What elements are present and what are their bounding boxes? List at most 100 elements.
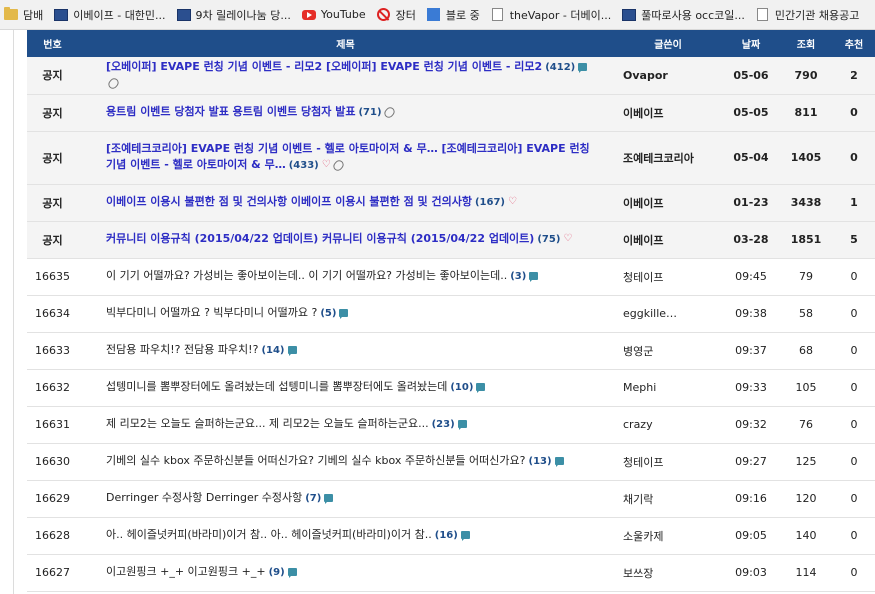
- post-date: 09:37: [723, 332, 779, 370]
- post-title-link[interactable]: 이고원핑크 +_+ 이고원핑크 +_+: [106, 565, 266, 578]
- post-title-link[interactable]: 빅부다미니 어떨까요 ? 빅부다미니 어떨까요 ?: [106, 306, 317, 319]
- table-row: 16628 아.. 헤이즐넛커피(바라미)이거 참.. 아.. 헤이즐넛커피(바라…: [27, 517, 875, 555]
- post-writer[interactable]: Mephi: [613, 369, 723, 407]
- post-views: 140: [779, 517, 833, 555]
- chat-icon: [324, 494, 334, 504]
- ban-icon: [377, 8, 391, 22]
- bookmark-label: 장터: [395, 8, 416, 22]
- header-views[interactable]: 조회: [779, 30, 833, 57]
- post-number: 16632: [27, 369, 78, 407]
- post-title-link[interactable]: 전담용 파우치!? 전담용 파우치!?: [106, 343, 258, 356]
- comment-count[interactable]: (3): [510, 271, 526, 282]
- bookmark-item[interactable]: 담배: [0, 4, 50, 26]
- header-date[interactable]: 날짜: [723, 30, 779, 57]
- post-writer[interactable]: crazy: [613, 406, 723, 444]
- header-num[interactable]: 번호: [27, 30, 78, 57]
- post-date: 09:27: [723, 443, 779, 481]
- post-views: 125: [779, 443, 833, 481]
- comment-count[interactable]: (71): [358, 107, 381, 118]
- comment-count[interactable]: (433): [289, 160, 319, 171]
- bookmark-item[interactable]: 풀따로사용 occ코일...: [618, 4, 752, 26]
- bookmark-item[interactable]: 민간기관 채용공고: [752, 4, 866, 26]
- post-writer[interactable]: 보쓰장: [613, 554, 723, 592]
- bookmark-item[interactable]: 블로 중: [423, 4, 487, 26]
- post-writer[interactable]: 이베이프: [613, 184, 723, 222]
- post-number: 16634: [27, 295, 78, 333]
- header-title[interactable]: 제목: [78, 30, 613, 57]
- post-writer[interactable]: 채기락: [613, 480, 723, 518]
- post-writer[interactable]: 조예테크코리아: [613, 131, 723, 185]
- header-writer[interactable]: 글쓴이: [613, 30, 723, 57]
- post-views: 3438: [779, 184, 833, 222]
- post-date: 05-04: [723, 131, 779, 185]
- post-recommends: 1: [833, 184, 875, 222]
- comment-count[interactable]: (5): [320, 308, 336, 319]
- table-row: 16635 이 기기 어떨까요? 가성비는 좋아보이는데.. 이 기기 어떨까요?…: [27, 258, 875, 296]
- post-title-cell: 이고원핑크 +_+ 이고원핑크 +_+ (9): [78, 554, 613, 592]
- post-title-link[interactable]: Derringer 수정사항 Derringer 수정사항: [106, 491, 302, 504]
- post-title-link[interactable]: 이베이프 이용시 불편한 점 및 건의사항 이베이프 이용시 불편한 점 및 건…: [106, 195, 472, 208]
- post-number: 공지: [27, 131, 78, 185]
- post-views: 1405: [779, 131, 833, 185]
- post-recommends: 2: [833, 57, 875, 95]
- post-writer[interactable]: 이베이프: [613, 94, 723, 132]
- youtube-icon: [301, 8, 316, 22]
- post-title-link[interactable]: [오베이퍼] EVAPE 런칭 기념 이벤트 - 리모2 [오베이퍼] EVAP…: [106, 60, 542, 73]
- post-views: 811: [779, 94, 833, 132]
- post-title-link[interactable]: 아.. 헤이즐넛커피(바라미)이거 참.. 아.. 헤이즐넛커피(바라미)이거 …: [106, 528, 432, 541]
- post-title-cell: 이 기기 어떨까요? 가성비는 좋아보이는데.. 이 기기 어떨까요? 가성비는…: [78, 258, 613, 296]
- post-title-cell: 아.. 헤이즐넛커피(바라미)이거 참.. 아.. 헤이즐넛커피(바라미)이거 …: [78, 517, 613, 555]
- comment-count[interactable]: (23): [432, 419, 455, 430]
- post-recommends: 0: [833, 131, 875, 185]
- post-title-link[interactable]: 섭텡미니를 뽐뿌장터에도 올려놨는데 섭텡미니를 뽐뿌장터에도 올려놨는데: [106, 380, 447, 393]
- chat-icon: [339, 309, 349, 319]
- post-date: 01-23: [723, 184, 779, 222]
- post-writer[interactable]: 이베이프: [613, 221, 723, 259]
- bookmark-item[interactable]: YouTube: [298, 4, 373, 26]
- post-number: 16635: [27, 258, 78, 296]
- table-row: 16634 빅부다미니 어떨까요 ? 빅부다미니 어떨까요 ? (5) eggkill…: [27, 295, 875, 333]
- post-writer[interactable]: eggkille…: [613, 295, 723, 333]
- post-writer[interactable]: 청테이프: [613, 258, 723, 296]
- post-title-link[interactable]: [조예테크코리아] EVAPE 런칭 기념 이벤트 - 헬로 아토마이저 & 무…: [106, 142, 590, 171]
- chat-icon: [476, 383, 486, 393]
- post-views: 114: [779, 554, 833, 592]
- comment-count[interactable]: (75): [537, 234, 560, 245]
- post-date: 09:38: [723, 295, 779, 333]
- heart-icon: ♡: [563, 233, 573, 244]
- bookmark-item[interactable]: 장터: [373, 4, 423, 26]
- post-number: 16631: [27, 406, 78, 444]
- table-row: 16632 섭텡미니를 뽐뿌장터에도 올려놨는데 섭텡미니를 뽐뿌장터에도 올려놨…: [27, 369, 875, 407]
- bookmark-item[interactable]: theVapor - 더베이...: [487, 4, 619, 26]
- notice-row: 공지 용트림 이벤트 당첨자 발표 용트림 이벤트 당첨자 발표 (71) 이베이프 0…: [27, 94, 875, 132]
- comment-count[interactable]: (412): [545, 62, 575, 73]
- post-writer[interactable]: 소울카제: [613, 517, 723, 555]
- post-date: 09:33: [723, 369, 779, 407]
- comment-count[interactable]: (10): [450, 382, 473, 393]
- post-title-link[interactable]: 커뮤니티 이용규칙 (2015/04/22 업데이트) 커뮤니티 이용규칙 (2…: [106, 232, 534, 245]
- comment-count[interactable]: (13): [529, 456, 552, 467]
- comment-count[interactable]: (9): [269, 567, 285, 578]
- post-number: 공지: [27, 94, 78, 132]
- header-rec[interactable]: 추천: [833, 30, 875, 57]
- post-date: 03-28: [723, 221, 779, 259]
- post-title-link[interactable]: 기베의 실수 kbox 주문하신분들 어떠신가요? 기베의 실수 kbox 주문…: [106, 454, 526, 467]
- comment-count[interactable]: (14): [261, 345, 284, 356]
- comment-count[interactable]: (16): [435, 530, 458, 541]
- post-number: 16628: [27, 517, 78, 555]
- post-title-link[interactable]: 이 기기 어떨까요? 가성비는 좋아보이는데.. 이 기기 어떨까요? 가성비는…: [106, 269, 507, 282]
- post-writer[interactable]: Ovapor: [613, 57, 723, 95]
- comment-count[interactable]: (7): [305, 493, 321, 504]
- post-number: 공지: [27, 221, 78, 259]
- bookmark-item[interactable]: 9차 릴레이나눔 당...: [173, 4, 298, 26]
- post-writer[interactable]: 병영군: [613, 332, 723, 370]
- post-title-link[interactable]: 제 리모2는 오늘도 슬퍼하는군요... 제 리모2는 오늘도 슬퍼하는군요..…: [106, 417, 429, 430]
- table-row: 16631 제 리모2는 오늘도 슬퍼하는군요... 제 리모2는 오늘도 슬퍼하…: [27, 406, 875, 444]
- comment-count[interactable]: (167): [475, 197, 505, 208]
- post-views: 790: [779, 57, 833, 95]
- bookmark-label: 블로 중: [445, 8, 480, 22]
- bookmark-item[interactable]: 이베이프 - 대한민...: [50, 4, 172, 26]
- post-title-link[interactable]: 용트림 이벤트 당첨자 발표 용트림 이벤트 당첨자 발표: [106, 105, 355, 118]
- post-writer[interactable]: 청테이프: [613, 443, 723, 481]
- post-views: 58: [779, 295, 833, 333]
